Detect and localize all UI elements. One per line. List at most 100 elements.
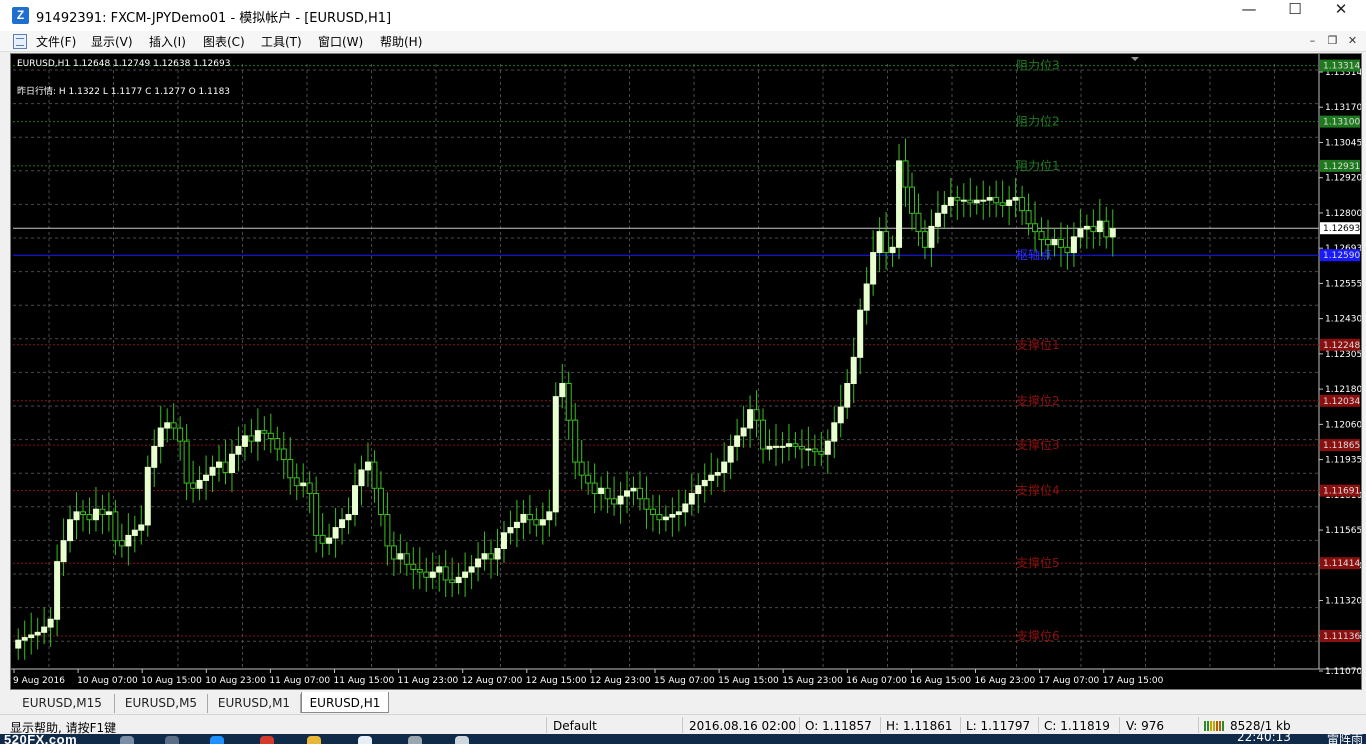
candle-body <box>1057 238 1064 248</box>
candle-body <box>105 511 112 515</box>
candle-body <box>559 383 566 398</box>
menu-insert[interactable]: 插入(I) <box>149 33 186 50</box>
level-name-label: 支撑位6 <box>1016 628 1060 643</box>
taskbar-app-icon[interactable] <box>260 736 274 744</box>
status-high: H: 1.11861 <box>886 719 953 733</box>
chart-restore-button[interactable]: ❐ <box>1324 33 1341 49</box>
tab-eurusd-m1[interactable]: EURUSD,M1 <box>208 694 301 713</box>
document-icon[interactable] <box>13 34 27 49</box>
time-tick-label: 15 Aug 23:00 <box>782 676 843 686</box>
candle-body <box>1090 225 1097 233</box>
level-name-label: 支撑位1 <box>1016 337 1060 352</box>
candle-body <box>740 427 747 437</box>
level-name-label: 阻力位2 <box>1016 114 1060 129</box>
candle-body <box>585 474 592 484</box>
taskbar-browser-icon[interactable] <box>210 736 224 744</box>
candle-body <box>837 406 844 424</box>
candle-body <box>572 419 579 463</box>
candle-body <box>157 427 164 447</box>
candle-body <box>785 443 792 447</box>
traffic-bar <box>1207 721 1209 731</box>
taskbar-app-icon[interactable] <box>358 736 372 744</box>
taskbar-app-icon[interactable] <box>408 736 422 744</box>
candle-body <box>578 461 585 476</box>
candle-body <box>371 461 378 489</box>
chart-tab-bar: EURUSD,M15 EURUSD,M5 EURUSD,M1 EURUSD,H1 <box>10 692 1362 714</box>
tab-eurusd-m15[interactable]: EURUSD,M15 <box>10 694 115 713</box>
connection-bars-icon <box>1204 721 1224 731</box>
candle-body <box>714 472 721 476</box>
taskbar-app-icon[interactable] <box>455 736 469 744</box>
candle-body <box>883 231 890 254</box>
menu-help[interactable]: 帮助(H) <box>380 33 422 50</box>
candle-body <box>274 438 281 450</box>
status-low: L: 1.11797 <box>966 719 1031 733</box>
candle-body <box>41 626 48 633</box>
candle-body <box>734 435 741 447</box>
candle-body <box>423 571 430 578</box>
candle-body <box>300 482 307 487</box>
tab-eurusd-h1[interactable]: EURUSD,H1 <box>301 692 389 713</box>
menu-tools[interactable]: 工具(T) <box>261 33 302 50</box>
candle-body <box>248 435 255 442</box>
candle-body <box>339 519 346 529</box>
taskbar-app-icon[interactable] <box>120 736 134 744</box>
candle-body <box>449 579 456 584</box>
candle-body <box>1044 238 1051 246</box>
candle-body <box>1038 231 1045 240</box>
taskbar-app-icon[interactable] <box>165 736 179 744</box>
chart-minimize-button[interactable]: – <box>1304 33 1321 49</box>
menu-view[interactable]: 显示(V) <box>91 33 133 50</box>
candle-body <box>1083 225 1090 230</box>
candle-body <box>870 252 877 285</box>
time-tick-label: 17 Aug 07:00 <box>1039 676 1100 686</box>
candle-body <box>67 519 74 542</box>
time-tick-label: 16 Aug 07:00 <box>846 676 907 686</box>
candle-body <box>688 493 695 505</box>
menu-bar: 文件(F) 显示(V) 插入(I) 图表(C) 工具(T) 窗口(W) 帮助(H… <box>0 31 1366 52</box>
candle-body <box>209 466 216 476</box>
menu-window[interactable]: 窗口(W) <box>318 33 363 50</box>
candle-body <box>896 160 903 248</box>
candle-body <box>863 283 870 311</box>
menu-file[interactable]: 文件(F) <box>36 33 76 50</box>
candle-body <box>267 432 274 440</box>
candle-body <box>462 571 469 578</box>
time-tick-label: 15 Aug 15:00 <box>718 676 779 686</box>
menu-charts[interactable]: 图表(C) <box>203 33 245 50</box>
minimize-button[interactable]: — <box>1226 0 1272 31</box>
candle-body <box>643 498 650 510</box>
chart-window[interactable]: 1.13314 1.13170 1.13045 1.12920 1.12800 1.126… <box>10 53 1362 690</box>
title-bar: Z 91492391: FXCM-JPYDemo01 - 模拟帐户 - [EUR… <box>0 0 1366 31</box>
candle-body <box>792 443 799 447</box>
price-chart[interactable]: 1.13314 1.13170 1.13045 1.12920 1.12800 1.126… <box>11 54 1361 689</box>
app-logo-icon: Z <box>12 7 29 24</box>
candle-body <box>125 534 132 547</box>
candle-body <box>513 521 520 529</box>
time-tick-label: 17 Aug 15:00 <box>1103 676 1164 686</box>
candle-body <box>183 440 190 484</box>
candle-body <box>539 519 546 526</box>
time-tick-label: 11 Aug 23:00 <box>398 676 459 686</box>
time-tick-label: 10 Aug 23:00 <box>205 676 266 686</box>
candle-body <box>533 519 540 526</box>
candle-body <box>772 445 779 448</box>
candle-body <box>908 186 915 214</box>
candle-body <box>727 445 734 463</box>
candle-body <box>1019 197 1026 212</box>
candle-body <box>455 576 462 584</box>
status-profile: Default <box>553 719 597 733</box>
maximize-button[interactable]: ☐ <box>1272 0 1318 31</box>
taskbar-folder-icon[interactable] <box>307 736 321 744</box>
level-price-label: 1.12931 <box>1323 162 1360 172</box>
level-price-label: 1.11136 <box>1323 632 1360 642</box>
candle-body <box>235 445 242 455</box>
candle-body <box>228 453 235 474</box>
time-tick-label: 16 Aug 15:00 <box>910 676 971 686</box>
tab-eurusd-m5[interactable]: EURUSD,M5 <box>115 694 208 713</box>
candle-body <box>151 445 158 468</box>
candle-body <box>973 199 980 204</box>
chart-close-button[interactable]: ✕ <box>1344 33 1361 49</box>
close-button[interactable]: ✕ <box>1318 0 1364 31</box>
level-name-label: 支撑位3 <box>1016 437 1060 452</box>
